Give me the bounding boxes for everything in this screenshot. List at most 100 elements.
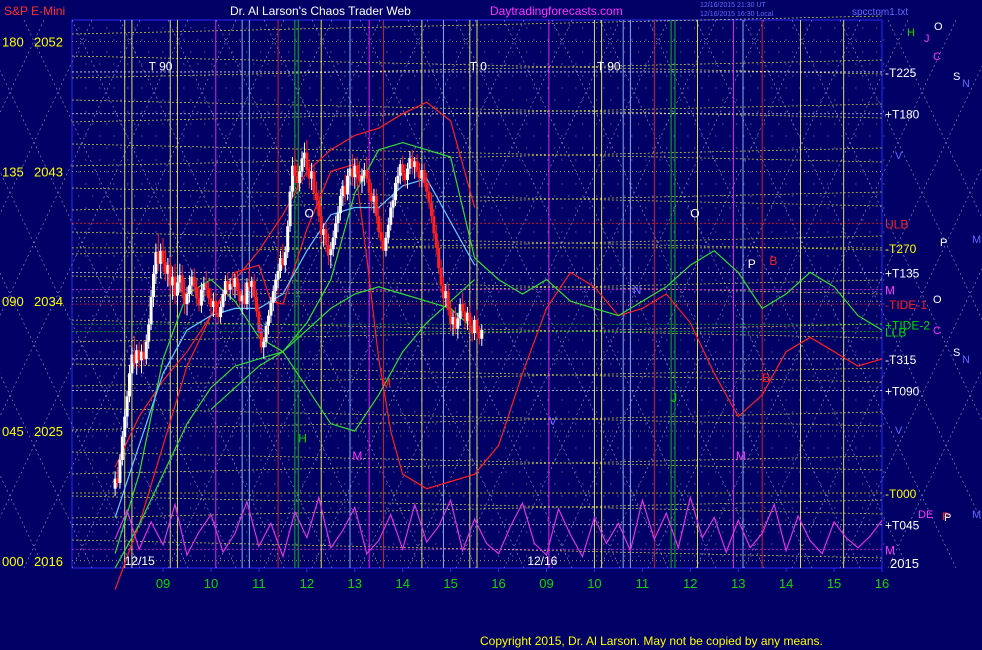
candle-body	[401, 164, 405, 173]
side-glyph: V	[895, 425, 903, 437]
candle-body	[338, 195, 342, 214]
candle-body	[415, 161, 419, 172]
candle-body	[219, 306, 223, 318]
candle-body	[324, 229, 328, 245]
side-glyph: S	[953, 71, 960, 83]
candle-body	[406, 168, 410, 181]
candle-body	[446, 291, 450, 310]
astro-glyph: O	[304, 207, 313, 221]
candle-body	[377, 216, 381, 232]
left-price-label: 2034	[34, 294, 63, 309]
candle-body	[255, 296, 259, 312]
left-price-label: 2043	[34, 164, 63, 179]
astro-glyph: T 90	[597, 59, 621, 73]
candle-body	[180, 275, 184, 293]
candle-body	[125, 396, 129, 417]
candle-body	[252, 281, 256, 297]
chart-title: Dr. Al Larson's Chaos Trader Web	[230, 4, 411, 18]
right-level-label: -TIDE-1	[885, 298, 927, 312]
timestamp-ut: 12/16/2015 21:30 UT	[700, 2, 766, 9]
x-tick-label: 12	[683, 576, 697, 591]
candle-body	[161, 250, 165, 263]
candle-body	[331, 237, 335, 250]
astro-glyph: T 0	[470, 59, 487, 73]
candle-body	[235, 278, 239, 292]
candle-body	[427, 191, 431, 204]
candle-body	[123, 416, 127, 437]
candle-body	[221, 294, 225, 307]
candle-body	[144, 341, 148, 359]
side-glyph: H	[907, 27, 915, 39]
side-glyph: N	[962, 78, 970, 90]
astro-glyph: T 90	[149, 59, 173, 73]
right-level-label: -T270	[885, 242, 917, 256]
candle-body	[128, 373, 132, 397]
candle-body	[120, 436, 124, 460]
candle-body	[389, 207, 393, 225]
x-tick-label: 16	[875, 576, 889, 591]
candle-body	[288, 191, 292, 227]
astro-glyph: S	[257, 322, 265, 336]
candle-body	[434, 233, 438, 248]
right-level-label: -T000	[885, 487, 917, 501]
candle-body	[346, 175, 350, 195]
candle-body	[432, 216, 436, 234]
candle-body	[274, 279, 278, 292]
candle-body	[267, 315, 271, 326]
x-tick-label: 11	[636, 576, 650, 591]
right-level-label: -T225	[885, 66, 917, 80]
side-glyph: O	[933, 294, 942, 306]
side-glyph: C	[933, 325, 941, 337]
candle-body	[317, 200, 321, 217]
candle-body	[439, 268, 443, 286]
candle-body	[379, 231, 383, 241]
x-tick-label: 12	[300, 576, 314, 591]
x-tick-label: 10	[587, 576, 601, 591]
astro-glyph: B	[769, 254, 777, 268]
chart: T 90 T 0T 90O OPSNHMM MVBJB 180 2052135 20430…	[0, 0, 982, 650]
right-level-label: +T135	[885, 266, 920, 280]
side-glyph: S	[953, 347, 960, 359]
candle-body	[334, 223, 338, 238]
candle-body	[429, 203, 433, 217]
instrument-title: S&P E-Mini	[4, 4, 65, 18]
candle-body	[367, 178, 371, 194]
candle-body	[276, 270, 280, 280]
candle-body	[185, 294, 189, 305]
candle-body	[394, 182, 398, 201]
side-glyph: C	[933, 51, 941, 63]
x-tick-label: 09	[156, 576, 170, 591]
candle-body	[437, 247, 441, 269]
x-tick-label: 14	[779, 576, 793, 591]
data-file-name: spcctom1.txt	[852, 7, 908, 18]
side-glyph: J	[924, 33, 930, 45]
copyright: Copyright 2015, Dr. Al Larson. May not b…	[480, 634, 823, 648]
x-tick-label: 10	[204, 576, 218, 591]
side-glyph: P	[940, 237, 947, 249]
candle-body	[214, 301, 218, 313]
candle-body	[384, 237, 388, 251]
candle-body	[207, 288, 211, 299]
candle-body	[422, 169, 426, 183]
right-level-label: M	[885, 284, 895, 298]
candle-body	[374, 195, 378, 217]
astro-glyph: J	[671, 391, 677, 405]
candle-body	[425, 182, 429, 192]
side-glyph: DE	[918, 509, 933, 521]
astro-glyph: P	[748, 257, 756, 271]
astro-glyph: M	[352, 449, 362, 463]
candle-body	[187, 285, 191, 294]
candle-body	[195, 286, 199, 299]
side-glyph: M	[972, 509, 981, 521]
left-degree-label: 135	[2, 164, 24, 179]
candle-body	[300, 158, 304, 172]
right-level-label: -T315	[885, 353, 917, 367]
x-tick-label: 15	[443, 576, 457, 591]
candle-body	[475, 319, 479, 332]
candle-body	[386, 224, 390, 238]
candle-body	[293, 165, 297, 176]
site-link[interactable]: Daytradingforecasts.com	[490, 4, 623, 18]
candle-body	[118, 459, 122, 483]
candle-body	[192, 276, 196, 287]
year-label: 2015	[890, 556, 919, 571]
